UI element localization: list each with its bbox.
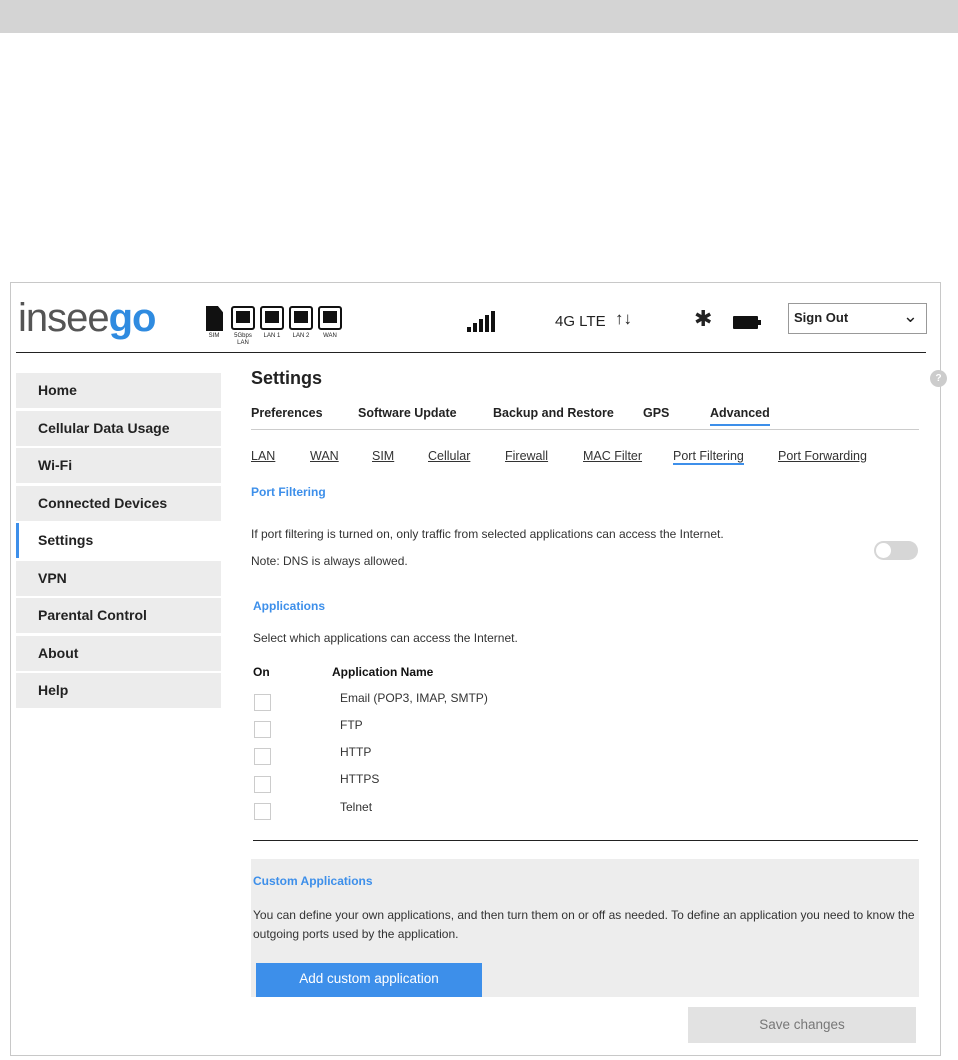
subtab-port-filtering[interactable]: Port Filtering <box>673 449 744 465</box>
logo-text: insee <box>18 296 110 340</box>
inseego-logo: inseego <box>18 296 156 341</box>
sidebar-item-help[interactable]: Help <box>16 673 221 708</box>
subtab-mac-filter[interactable]: MAC Filter <box>583 449 642 463</box>
port-label: 5Gbps LAN <box>234 333 252 346</box>
app-checkbox-telnet[interactable] <box>254 803 271 820</box>
tab-gps[interactable]: GPS <box>643 406 669 420</box>
custom-applications-title: Custom Applications <box>253 874 373 888</box>
tabs-divider <box>251 429 919 430</box>
subtab-lan[interactable]: LAN <box>251 449 275 463</box>
signal-strength-icon <box>467 310 497 332</box>
port-label: SIM <box>208 333 220 339</box>
sign-out-dropdown[interactable]: Sign Out ⌄ <box>788 303 927 334</box>
tab-advanced[interactable]: Advanced <box>710 406 770 426</box>
header-divider <box>16 352 926 353</box>
sidebar-item-about[interactable]: About <box>16 635 221 671</box>
ethernet-lan2-icon <box>289 306 313 330</box>
sidebar-item-cellular-data-usage[interactable]: Cellular Data Usage <box>16 410 221 446</box>
app-name: HTTP <box>340 745 372 759</box>
tab-backup-restore[interactable]: Backup and Restore <box>493 406 614 420</box>
sidebar-item-vpn[interactable]: VPN <box>16 560 221 596</box>
add-custom-application-button[interactable]: Add custom application <box>256 963 482 997</box>
save-changes-button[interactable]: Save changes <box>688 1007 916 1043</box>
battery-icon <box>733 316 761 329</box>
custom-applications-description: You can define your own applications, an… <box>253 908 915 941</box>
sidebar-item-home[interactable]: Home <box>16 373 221 408</box>
ethernet-5gbps-lan-icon <box>231 306 255 330</box>
app-checkbox-ftp[interactable] <box>254 721 271 738</box>
applications-title: Applications <box>253 599 326 613</box>
data-transfer-arrows-icon: ↑↓ <box>615 309 632 328</box>
page-title: Settings <box>251 368 323 388</box>
app-name: FTP <box>340 718 363 732</box>
sign-out-label: Sign Out <box>794 310 849 325</box>
subtab-wan[interactable]: WAN <box>310 449 339 463</box>
bluetooth-icon: ✱ <box>694 306 713 331</box>
sidebar: Home Cellular Data Usage Wi-Fi Connected… <box>16 373 221 711</box>
column-on: On <box>253 665 270 679</box>
subtab-sim[interactable]: SIM <box>372 449 394 463</box>
sidebar-item-connected-devices[interactable]: Connected Devices <box>16 485 221 521</box>
app-checkbox-http[interactable] <box>254 748 271 765</box>
chevron-down-icon: ⌄ <box>902 306 918 326</box>
port-label: LAN 2 <box>292 333 310 339</box>
app-checkbox-email[interactable] <box>254 694 271 711</box>
port-filtering-description: If port filtering is turned on, only tra… <box>251 527 724 541</box>
network-type: 4G LTE <box>555 313 606 330</box>
ethernet-lan1-icon <box>260 306 284 330</box>
apps-divider <box>253 840 918 841</box>
port-label: LAN 1 <box>263 333 281 339</box>
tab-preferences[interactable]: Preferences <box>251 406 323 420</box>
app-name: Email (POP3, IMAP, SMTP) <box>340 691 488 705</box>
app-name: HTTPS <box>340 772 380 786</box>
app-checkbox-https[interactable] <box>254 776 271 793</box>
applications-description: Select which applications can access the… <box>253 631 518 645</box>
app-name: Telnet <box>340 800 373 814</box>
subtab-firewall[interactable]: Firewall <box>505 449 548 463</box>
sidebar-item-wifi[interactable]: Wi-Fi <box>16 448 221 483</box>
column-application-name: Application Name <box>332 665 434 679</box>
ethernet-wan-icon <box>318 306 342 330</box>
section-title: Port Filtering <box>251 485 326 499</box>
subtab-cellular[interactable]: Cellular <box>428 449 470 463</box>
sidebar-item-parental-control[interactable]: Parental Control <box>16 598 221 633</box>
sidebar-item-settings[interactable]: Settings <box>16 523 221 558</box>
tab-software-update[interactable]: Software Update <box>358 406 457 420</box>
subtab-port-forwarding[interactable]: Port Forwarding <box>778 449 867 463</box>
help-icon[interactable]: ? <box>930 370 947 387</box>
logo-text-accent: go <box>108 296 157 340</box>
dns-note: Note: DNS is always allowed. <box>251 554 408 568</box>
port-label: WAN <box>323 333 337 339</box>
port-filtering-toggle[interactable] <box>874 541 918 560</box>
top-bar <box>0 0 958 33</box>
sim-icon <box>206 306 223 331</box>
